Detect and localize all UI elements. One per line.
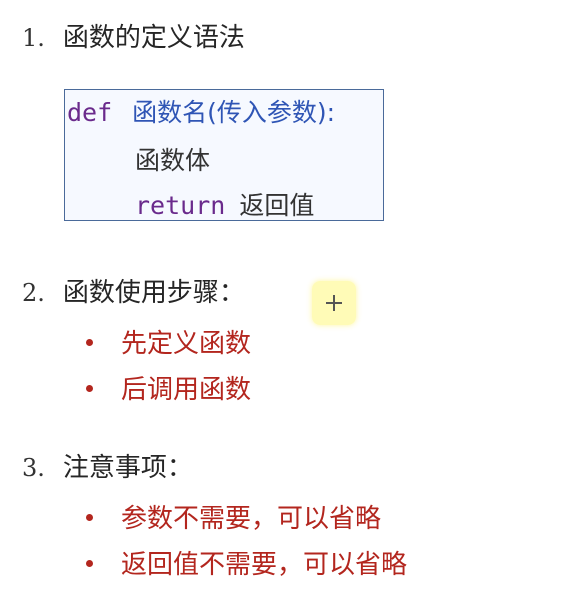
code-line-return: return 返回值 xyxy=(135,191,314,221)
section-heading-steps: 2. 函数使用步骤： xyxy=(22,277,245,309)
code-block: def 函数名(传入参数): 函数体 return 返回值 xyxy=(64,89,384,221)
bullet-dot-icon xyxy=(86,514,93,521)
step-text: 后调用函数 xyxy=(121,375,252,405)
note-text: 参数不需要，可以省略 xyxy=(121,504,382,534)
section-title: 注意事项： xyxy=(62,453,193,483)
bullet-dot-icon xyxy=(86,339,93,346)
section-number: 1. xyxy=(22,24,45,52)
code-line-def: def 函数名(传入参数): xyxy=(67,98,335,128)
note-item: 参数不需要，可以省略 xyxy=(86,503,381,535)
code-keyword-def: def xyxy=(67,98,113,127)
code-function-body: 函数体 xyxy=(135,146,211,175)
code-line-body: 函数体 xyxy=(135,146,210,176)
section-number: 2. xyxy=(22,279,45,307)
code-keyword-return: return xyxy=(135,191,226,220)
section-title: 函数的定义语法 xyxy=(62,23,245,53)
step-text: 先定义函数 xyxy=(121,329,252,359)
note-text: 返回值不需要，可以省略 xyxy=(121,550,408,580)
bullet-dot-icon xyxy=(86,385,93,392)
bullet-dot-icon xyxy=(86,560,93,567)
note-item: 返回值不需要，可以省略 xyxy=(86,549,407,581)
section-heading-notes: 3. 注意事项： xyxy=(22,452,193,484)
crosshair-cursor-icon xyxy=(312,281,356,325)
step-item: 先定义函数 xyxy=(86,328,251,360)
section-title: 函数使用步骤： xyxy=(62,278,245,308)
code-return-value: 返回值 xyxy=(239,191,315,220)
step-item: 后调用函数 xyxy=(86,374,251,406)
code-function-signature: 函数名(传入参数): xyxy=(132,98,336,127)
section-heading-definition: 1. 函数的定义语法 xyxy=(22,22,245,54)
section-number: 3. xyxy=(22,454,45,482)
